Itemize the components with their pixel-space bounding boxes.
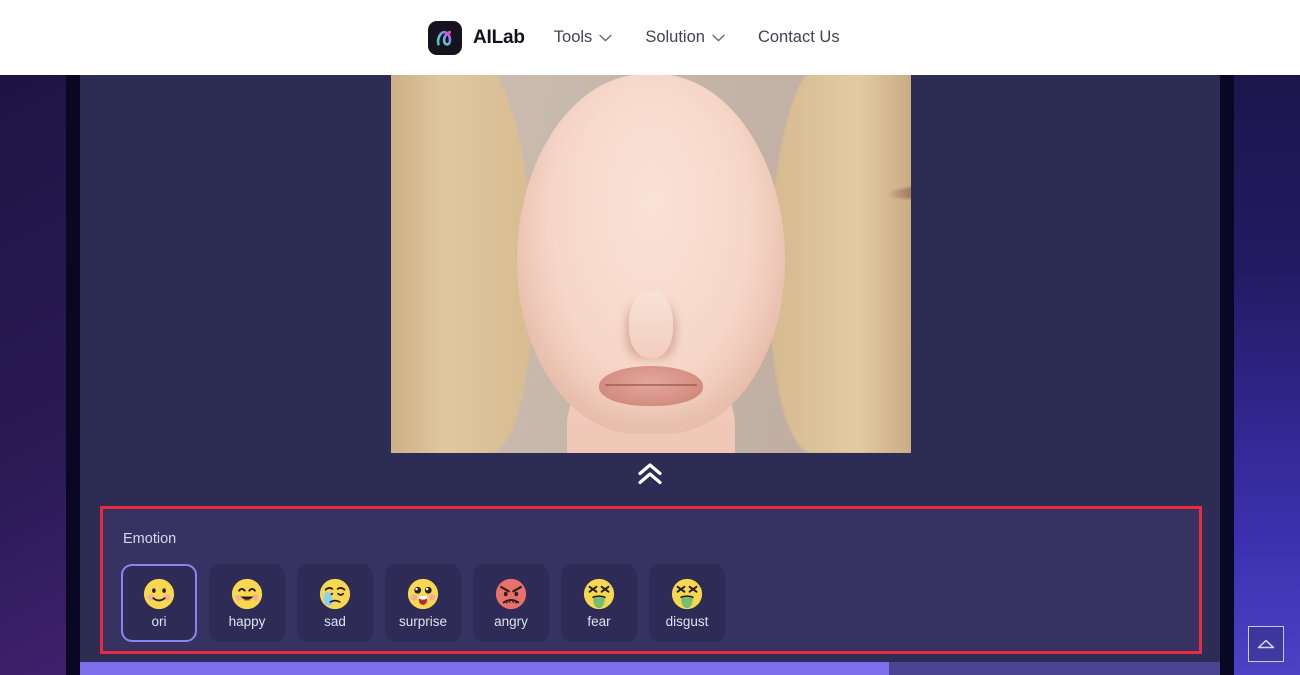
- triangle-up-icon: [1256, 638, 1276, 650]
- emotion-option-sad[interactable]: sad: [297, 564, 373, 642]
- back-to-top-button[interactable]: [1248, 626, 1284, 662]
- emotion-option-surprise[interactable]: surprise: [385, 564, 461, 642]
- lip-line: [605, 384, 697, 386]
- preview-image[interactable]: [391, 60, 911, 453]
- panel-gutter-left: [66, 60, 80, 675]
- nav-item-label: Tools: [554, 28, 593, 47]
- nav-item-contact-us[interactable]: Contact Us: [758, 28, 840, 47]
- timeline-progress-track[interactable]: [80, 662, 1220, 675]
- emotion-options-list: ori happy: [121, 564, 725, 642]
- emotion-option-disgust[interactable]: disgust: [649, 564, 725, 642]
- chevron-down-icon: [599, 34, 612, 42]
- main-navigation: Tools Solution Contact Us: [554, 28, 840, 47]
- emotion-option-label: surprise: [399, 615, 447, 629]
- double-chevron-up-icon[interactable]: [631, 458, 669, 490]
- emotion-option-label: fear: [587, 615, 610, 629]
- chevron-down-icon: [712, 34, 725, 42]
- brand-name: AILab: [473, 27, 525, 49]
- angry-face-emoji: [494, 577, 528, 611]
- nauseated-face-emoji: [670, 577, 704, 611]
- nav-item-tools[interactable]: Tools: [554, 28, 613, 47]
- astonished-face-emoji: [406, 577, 440, 611]
- ailab-logo-icon[interactable]: [428, 21, 462, 55]
- emotion-panel-title: Emotion: [123, 531, 176, 547]
- header-inner: AILab Tools Solution Contact Us: [428, 21, 840, 55]
- emotion-option-label: sad: [324, 615, 346, 629]
- logo-glyph: [433, 26, 457, 50]
- nauseated-face-emoji: [582, 577, 616, 611]
- character-face-render: [391, 60, 911, 453]
- emotion-option-happy[interactable]: happy: [209, 564, 285, 642]
- nav-item-solution[interactable]: Solution: [645, 28, 725, 47]
- timeline-progress-fill: [80, 662, 889, 675]
- emotion-option-fear[interactable]: fear: [561, 564, 637, 642]
- emotion-option-angry[interactable]: angry: [473, 564, 549, 642]
- site-header: AILab Tools Solution Contact Us: [0, 0, 1300, 75]
- emotion-option-ori[interactable]: ori: [121, 564, 197, 642]
- nav-item-label: Solution: [645, 28, 705, 47]
- crying-face-emoji: [318, 577, 352, 611]
- emotion-panel: Emotion ori: [100, 506, 1202, 654]
- hair-left: [391, 60, 533, 453]
- smiling-face-emoji: [230, 577, 264, 611]
- emotion-option-label: ori: [151, 615, 166, 629]
- lips: [599, 366, 703, 406]
- emotion-option-label: happy: [229, 615, 266, 629]
- nose: [629, 292, 673, 358]
- emotion-option-label: disgust: [666, 615, 709, 629]
- nav-item-label: Contact Us: [758, 28, 840, 47]
- panel-gutter-right: [1220, 60, 1234, 675]
- emotion-option-label: angry: [494, 615, 528, 629]
- hair-right: [769, 60, 911, 453]
- double-chevron-up-glyph: [636, 462, 664, 486]
- slightly-smiling-face-emoji: [142, 577, 176, 611]
